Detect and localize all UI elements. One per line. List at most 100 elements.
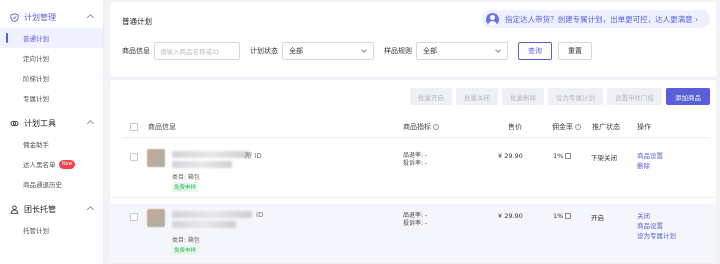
sidebar-group-label: 团长托管 — [24, 204, 56, 214]
chevron-down-icon — [495, 47, 501, 53]
product-category: 类目: 箱包 — [172, 237, 200, 244]
sample-filter-label: 样品规则 — [384, 47, 412, 55]
commission-rate: 1% — [553, 212, 572, 220]
header-commission-label: 佣金率 — [552, 122, 573, 131]
return-rate: 品退率: - — [403, 152, 428, 159]
status-filter-label: 计划状态 — [250, 47, 278, 55]
sidebar-group-hosting[interactable]: 团长托管 — [0, 198, 103, 220]
delete-link[interactable]: 删除 — [637, 161, 663, 171]
filter-bar: 商品信息 请输入商品名称或ID 计划状态 全部 样品规则 全部 查询 重置 — [122, 42, 592, 60]
header-commission: 佣金率? — [552, 122, 581, 132]
close-link[interactable]: 关闭 — [637, 211, 676, 221]
select-all-checkbox[interactable] — [130, 123, 138, 131]
table-header: 商品信息 商品指标? 售价 佣金率? 推广状态 操作 — [122, 116, 710, 138]
return-rate: 品退率: - — [403, 212, 428, 219]
sidebar-item-hosted-plan[interactable]: 托管计划 — [0, 220, 103, 240]
sidebar-item-regular-plan[interactable]: 普通计划 — [0, 28, 103, 48]
sidebar-item-label: 达人黑名单 — [23, 161, 56, 169]
price: ¥ 29.90 — [498, 212, 523, 220]
link-icon — [10, 119, 19, 128]
commission-value: 1% — [553, 152, 564, 160]
product-title-blurred — [172, 161, 232, 168]
price: ¥ 29.90 — [498, 152, 523, 160]
row-actions: 商品设置 删除 — [637, 151, 663, 171]
set-sample-threshold-button[interactable]: 设置申样门槛 — [607, 88, 662, 105]
complaint-rate: 投诉率: - — [403, 160, 428, 167]
promotion-status: 开启 — [591, 214, 604, 222]
status-select-value: 全部 — [289, 47, 303, 55]
chevron-up-icon — [86, 13, 95, 22]
header-metrics: 商品指标? — [403, 122, 439, 132]
set-exclusive-button[interactable]: 设为专属计划 — [548, 88, 603, 105]
header-actions: 操作 — [637, 122, 651, 131]
sidebar-group-label: 计划管理 — [24, 12, 56, 22]
shield-icon — [10, 12, 19, 22]
sidebar-item-commission-helper[interactable]: 佣金助手 — [0, 134, 103, 154]
product-thumbnail — [147, 149, 165, 167]
promo-text: 指定达人带货？创建专属计划，出单更可控，达人更满意 › — [505, 14, 698, 24]
new-badge: New — [58, 159, 76, 169]
table-row: 所 ID 类目: 箱包 免费申样 品退率: - 投诉率: - ¥ 29.90 1… — [110, 142, 716, 198]
add-product-button[interactable]: 添加商品 — [666, 88, 710, 105]
sample-rule-select[interactable]: 全部 — [416, 42, 508, 60]
table-row: ID 类目: 箱包 免费申样 品退率: - 投诉率: - ¥ 29.90 1% … — [110, 204, 716, 264]
sidebar-item-refund-history[interactable]: 商品通退历史 — [0, 174, 103, 194]
header-price: 售价 — [508, 122, 522, 131]
set-exclusive-link[interactable]: 设为专属计划 — [637, 231, 676, 241]
help-icon[interactable]: ? — [575, 123, 581, 130]
avatar-icon — [486, 12, 500, 26]
sidebar-item-exclusive-plan[interactable]: 专属计划 — [0, 88, 103, 108]
free-sample-tag: 免费申样 — [172, 245, 199, 255]
sidebar-item-blacklist[interactable]: 达人黑名单 New — [0, 154, 103, 174]
commission-value: 1% — [553, 212, 564, 220]
product-title-blurred — [172, 211, 252, 218]
sample-select-value: 全部 — [423, 47, 437, 55]
free-sample-tag: 免费申样 — [172, 182, 199, 192]
edit-icon[interactable] — [565, 213, 572, 219]
batch-toolbar: 批量开启 批量关闭 批量删除 设为专属计划 设置申样门槛 添加商品 — [406, 88, 710, 105]
header-product: 商品信息 — [148, 122, 176, 131]
product-thumbnail — [147, 209, 165, 227]
status-select[interactable]: 全部 — [282, 42, 374, 60]
product-filter-label: 商品信息 — [122, 47, 150, 55]
reset-button[interactable]: 重置 — [558, 42, 592, 60]
people-icon — [10, 204, 19, 214]
batch-delete-button[interactable]: 批量删除 — [502, 88, 544, 105]
complaint-rate: 投诉率: - — [403, 220, 428, 227]
row-checkbox[interactable] — [130, 213, 138, 221]
promotion-status: 下架关闭 — [591, 154, 617, 162]
product-id: ID — [256, 211, 264, 219]
query-button[interactable]: 查询 — [518, 42, 552, 60]
product-metrics: 品退率: - 投诉率: - — [403, 152, 427, 168]
sidebar-group-plan-management[interactable]: 计划管理 — [0, 6, 103, 28]
filter-card: 普通计划 指定达人带货？创建专属计划，出单更可控，达人更满意 › 商品信息 请输… — [110, 2, 716, 76]
product-settings-link[interactable]: 商品设置 — [637, 151, 663, 161]
header-status: 推广状态 — [592, 122, 620, 131]
product-category: 类目: 箱包 — [172, 174, 200, 181]
promo-banner[interactable]: 指定达人带货？创建专属计划，出单更可控，达人更满意 › — [482, 10, 710, 28]
edit-icon[interactable] — [565, 153, 572, 159]
sidebar-group-label: 计划工具 — [24, 118, 56, 128]
product-id: 所 ID — [245, 152, 262, 160]
product-list-card: 批量开启 批量关闭 批量删除 设为专属计划 设置申样门槛 添加商品 商品信息 商… — [110, 80, 716, 264]
sidebar-item-targeted-plan[interactable]: 定向计划 — [0, 48, 103, 68]
product-search-input[interactable]: 请输入商品名称或ID — [154, 42, 240, 60]
header-metrics-label: 商品指标 — [403, 122, 431, 131]
chevron-up-icon — [86, 119, 95, 128]
batch-enable-button[interactable]: 批量开启 — [410, 88, 452, 105]
help-icon[interactable]: ? — [433, 123, 439, 130]
sidebar: 计划管理 普通计划 定向计划 阶梯计划 专属计划 计划工具 佣金助手 达人黑名单… — [0, 0, 104, 264]
product-metrics: 品退率: - 投诉率: - — [403, 212, 427, 228]
row-checkbox[interactable] — [130, 153, 138, 161]
batch-disable-button[interactable]: 批量关闭 — [456, 88, 498, 105]
commission-rate: 1% — [553, 152, 572, 160]
sidebar-group-plan-tools[interactable]: 计划工具 — [0, 112, 103, 134]
page-title: 普通计划 — [122, 17, 152, 26]
product-settings-link[interactable]: 商品设置 — [637, 221, 676, 231]
chevron-up-icon — [86, 205, 95, 214]
row-actions: 关闭 商品设置 设为专属计划 — [637, 211, 676, 241]
sidebar-item-tiered-plan[interactable]: 阶梯计划 — [0, 68, 103, 88]
product-title-blurred — [172, 151, 250, 158]
main-content: 普通计划 指定达人带货？创建专属计划，出单更可控，达人更满意 › 商品信息 请输… — [110, 0, 720, 264]
product-search-placeholder: 请输入商品名称或ID — [160, 48, 219, 56]
